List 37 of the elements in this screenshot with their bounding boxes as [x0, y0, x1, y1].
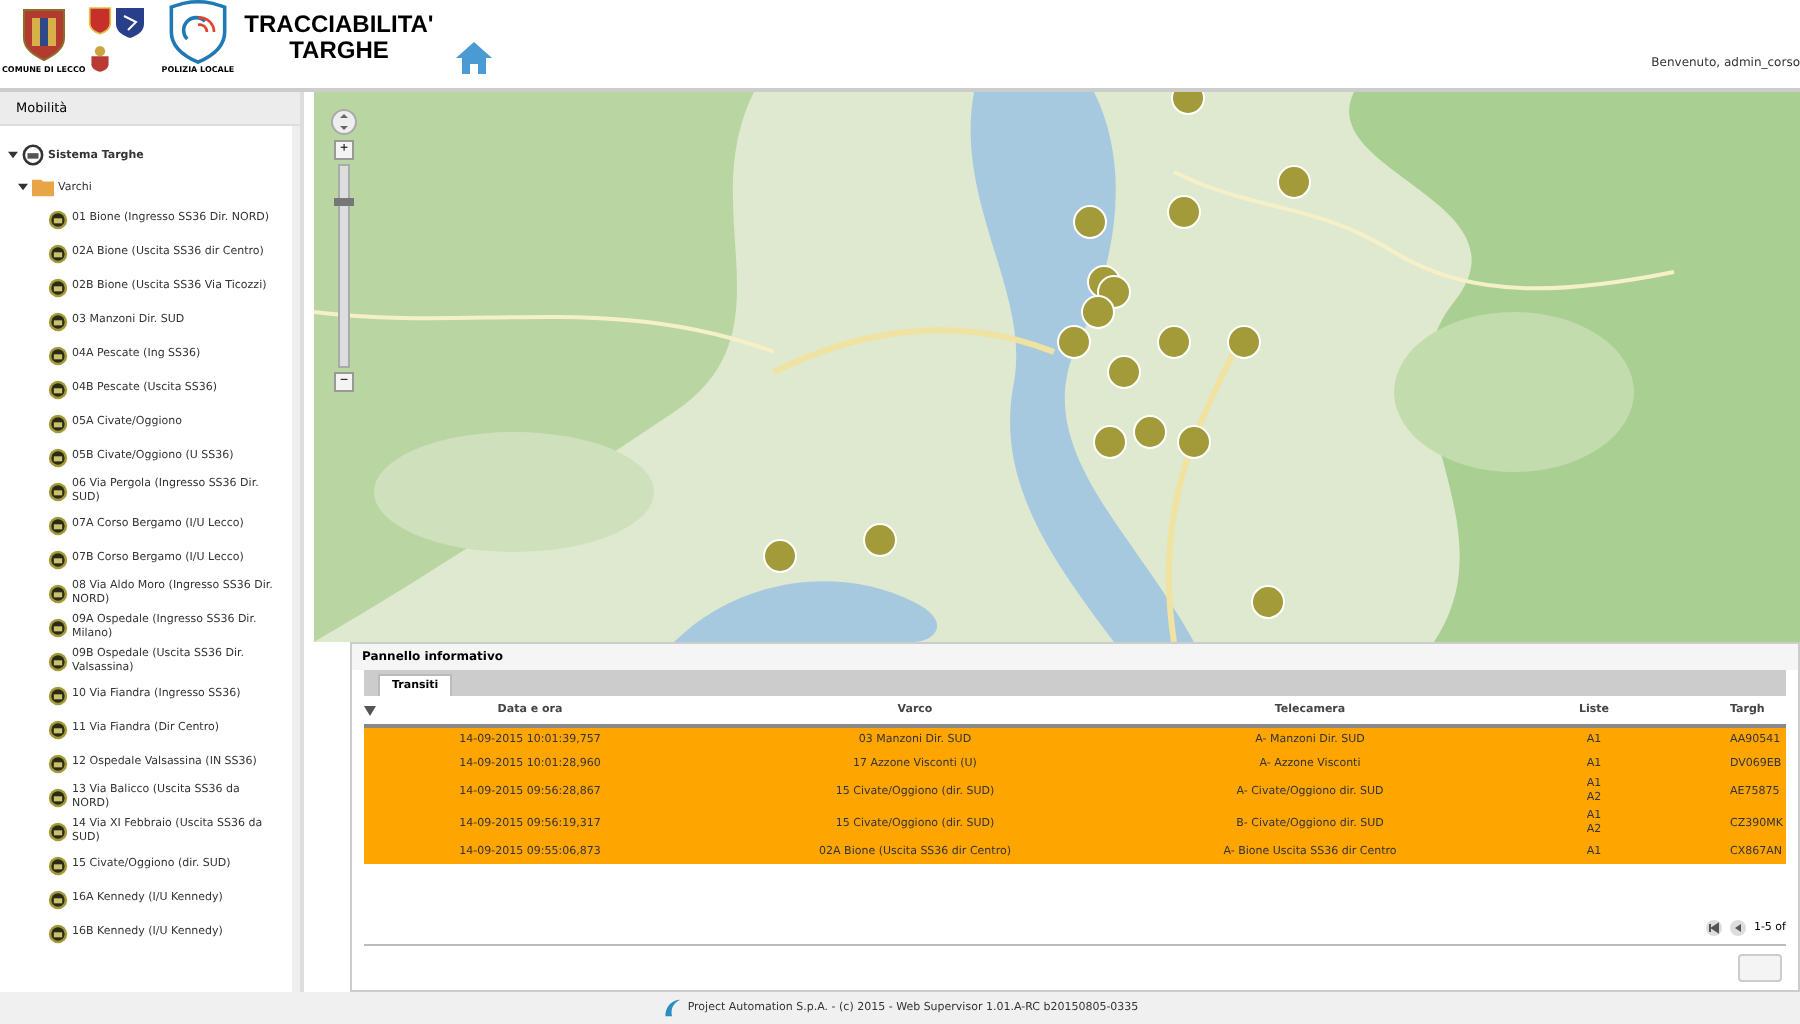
camera-marker-icon [48, 209, 68, 229]
expand-icon[interactable] [18, 182, 28, 192]
zoom-slider[interactable] [338, 164, 350, 368]
camera-marker-icon [48, 549, 68, 569]
camera-marker-icon [48, 889, 68, 909]
previous-page-icon[interactable] [1729, 920, 1746, 936]
globe-icon [22, 144, 44, 166]
camera-marker-icon [48, 651, 68, 671]
camera-marker-icon [48, 617, 68, 637]
camera-marker-icon [48, 243, 68, 263]
wave-logo-icon [661, 998, 682, 1018]
camera-marker-icon [48, 345, 68, 365]
camera-marker-icon [48, 753, 68, 773]
camera-marker-icon [48, 515, 68, 535]
camera-marker-icon [48, 277, 68, 297]
camera-marker-icon [48, 923, 68, 943]
camera-marker-icon [48, 447, 68, 467]
camera-marker-icon [48, 481, 68, 501]
folder-icon [32, 176, 54, 198]
sort-icon[interactable] [364, 705, 376, 715]
first-page-icon[interactable] [1705, 920, 1722, 936]
camera-marker-icon [48, 379, 68, 399]
scrollbar[interactable] [292, 126, 300, 992]
home-icon[interactable] [453, 40, 494, 76]
camera-marker-icon [48, 787, 68, 807]
camera-marker-icon [48, 685, 68, 705]
camera-marker-icon [48, 583, 68, 603]
crest-icon [87, 42, 112, 74]
camera-marker-icon [48, 855, 68, 875]
camera-marker-icon [48, 311, 68, 331]
camera-marker-icon [48, 719, 68, 739]
camera-marker-icon [48, 413, 68, 433]
app-title: TARGHE [289, 38, 389, 64]
expand-icon[interactable] [8, 150, 18, 160]
emblem-icon [87, 4, 112, 36]
camera-marker-icon [48, 821, 68, 841]
app-title: TRACCIABILITA' [244, 12, 434, 38]
